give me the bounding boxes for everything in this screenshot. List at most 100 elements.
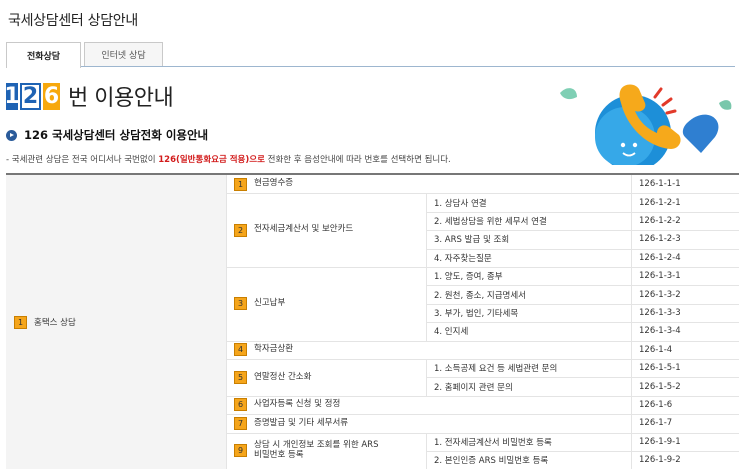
row-divider xyxy=(226,432,739,434)
column-divider xyxy=(631,395,632,415)
menu-code: 126-1-3-3 xyxy=(639,307,681,318)
number-badge: 9 xyxy=(234,444,247,458)
number-badge: 5 xyxy=(234,370,247,384)
menu-label: 증명발급 및 기타 세무서류 xyxy=(254,417,349,428)
row-divider xyxy=(226,340,739,342)
menu-group-6: 6 사업자등록 신청 및 정정 xyxy=(226,396,631,414)
menu-label: 3. ARS 발급 및 조회 xyxy=(434,235,510,246)
menu-code: 126-1-4 xyxy=(639,344,673,355)
number-badge: 1 xyxy=(234,177,247,191)
menu-category: 1 홈택스 상담 xyxy=(6,175,226,469)
menu-label: 2. 원천, 종소, 지급명세서 xyxy=(434,290,527,301)
menu-label: 2. 본인인증 ARS 비밀번호 등록 xyxy=(434,456,549,467)
number-badge: 2 xyxy=(234,223,247,237)
menu-code: 126-1-6 xyxy=(639,399,673,410)
menu-code: 126-1-5-2 xyxy=(639,381,681,392)
menu-group-5: 5 연말정산 간소화 xyxy=(226,359,426,396)
menu-subitem: 3. ARS 발급 및 조회 xyxy=(426,230,631,248)
menu-table: 1 현금영수증 126-1-1-1 2 전자세금계산서 및 보안카드 1. 상담사 연결 1… xyxy=(6,173,739,469)
row-divider xyxy=(426,377,739,379)
brand-digit-3: 6 xyxy=(43,82,60,110)
menu-code: 126-1-2-1 xyxy=(639,197,681,208)
menu-label: 3. 부가, 법인, 기타세목 xyxy=(434,308,519,319)
row-divider xyxy=(426,248,739,250)
menu-code: 126-1-3-4 xyxy=(639,326,681,337)
brand-digit-2: 2 xyxy=(20,82,41,110)
menu-label: 1. 소득공제 요건 등 세법관련 문의 xyxy=(434,364,558,375)
menu-label: 전자세금계산서 및 보안카드 xyxy=(254,224,354,235)
menu-subitem: 1. 양도, 증여, 종부 xyxy=(426,267,631,285)
brand-text: 번 이용안내 xyxy=(68,86,174,111)
menu-code: 126-1-5-1 xyxy=(639,363,681,374)
menu-code: 126-1-9-2 xyxy=(639,455,681,466)
menu-label: 4. 인지세 xyxy=(434,327,469,338)
row-divider xyxy=(226,395,739,397)
notice-prefix: - 국세관련 상담은 전국 어디서나 국번없이 xyxy=(6,155,159,165)
bullet-arrow-icon xyxy=(6,129,17,141)
menu-subitem: 4. 자주찾는질문 xyxy=(426,249,631,267)
section-title: 126 국세상담센터 상담전화 이용안내 xyxy=(24,128,209,142)
menu-subitem: 3. 부가, 법인, 기타세목 xyxy=(426,304,631,322)
section-heading: 126 국세상담센터 상담전화 이용안내 xyxy=(6,127,208,143)
menu-code: 126-1-2-3 xyxy=(639,234,681,245)
menu-code: 126-1-7 xyxy=(639,418,673,429)
menu-label: 4. 자주찾는질문 xyxy=(434,253,492,264)
menu-label: 1. 상담사 연결 xyxy=(434,198,487,209)
row-divider xyxy=(226,359,739,360)
menu-subitem: 1. 상담사 연결 xyxy=(426,193,631,211)
number-badge: 6 xyxy=(234,398,247,412)
tab-bar: 전화상담 인터넷 상담 xyxy=(6,42,166,68)
row-divider xyxy=(426,230,739,232)
tab-underline xyxy=(6,66,735,67)
column-divider xyxy=(226,175,227,469)
menu-label: 학자금상환 xyxy=(254,343,294,354)
menu-label: 연말정산 간소화 xyxy=(254,371,312,382)
menu-subitem: 2. 홈페이지 관련 문의 xyxy=(426,377,631,395)
row-divider xyxy=(426,303,739,305)
menu-group-4: 4 학자금상환 xyxy=(226,341,631,359)
row-divider xyxy=(426,451,739,452)
menu-group-7: 7 증명발급 및 기타 세무서류 xyxy=(226,414,631,432)
brand-digit-1: 1 xyxy=(4,82,20,110)
menu-subitem: 1. 전자세금계산서 비밀번호 등록 xyxy=(426,433,631,451)
menu-subitem: 2. 본인인증 ARS 비밀번호 등록 xyxy=(426,451,631,469)
menu-label: 1. 양도, 증여, 종부 xyxy=(434,272,503,283)
column-divider xyxy=(631,359,632,396)
menu-subitem: 4. 인지세 xyxy=(426,322,631,340)
row-divider xyxy=(226,267,739,268)
phone-illustration xyxy=(560,84,732,165)
menu-subitem: 2. 원천, 종소, 지급명세서 xyxy=(426,285,631,303)
number-badge: 4 xyxy=(234,343,247,357)
brand-banner: 1 2 6 번 이용안내 xyxy=(4,82,174,111)
row-divider xyxy=(426,211,739,213)
menu-label: 1. 전자세금계산서 비밀번호 등록 xyxy=(434,437,552,448)
menu-code: 126-1-9-1 xyxy=(639,436,681,447)
menu-code: 126-1-3-1 xyxy=(639,271,681,282)
menu-subitem: 1. 소득공제 요건 등 세법관련 문의 xyxy=(426,359,631,377)
menu-group-1: 1 현금영수증 xyxy=(226,175,631,193)
column-divider xyxy=(631,414,632,433)
menu-label: 2. 세법상담을 위한 세무서 연결 xyxy=(434,216,547,227)
notice-text: - 국세관련 상담은 전국 어디서나 국번없이 126(일반통화요금 적용)으로… xyxy=(6,153,451,165)
menu-group-2: 2 전자세금계산서 및 보안카드 xyxy=(226,193,426,267)
menu-label: 사업자등록 신청 및 정정 xyxy=(254,399,341,410)
number-badge: 3 xyxy=(234,297,247,311)
notice-highlight: 126(일반통화요금 적용)으로 xyxy=(158,155,265,165)
tab-internet-consult[interactable]: 인터넷 상담 xyxy=(84,42,163,66)
column-divider xyxy=(631,340,632,359)
column-divider xyxy=(631,193,632,267)
menu-code: 126-1-2-2 xyxy=(639,215,681,226)
menu-label: 신고납부 xyxy=(254,297,286,308)
menu-subitem: 2. 세법상담을 위한 세무서 연결 xyxy=(426,212,631,230)
row-divider xyxy=(226,414,739,416)
row-divider xyxy=(226,193,739,195)
row-divider xyxy=(426,285,739,287)
number-badge: 7 xyxy=(234,416,247,430)
menu-code: 126-1-1-1 xyxy=(639,179,681,190)
page-title: 국세상담센터 상담안내 xyxy=(8,13,138,29)
tab-phone-consult[interactable]: 전화상담 xyxy=(6,42,81,68)
menu-group-3: 3 신고납부 xyxy=(226,267,426,341)
menu-code: 126-1-2-4 xyxy=(639,252,681,263)
menu-label: 상담 시 개인정보 조회를 위한 ARS 비밀번호 등록 xyxy=(254,440,379,460)
notice-suffix: 전화한 후 음성안내에 따라 번호를 선택하면 됩니다. xyxy=(264,155,451,165)
